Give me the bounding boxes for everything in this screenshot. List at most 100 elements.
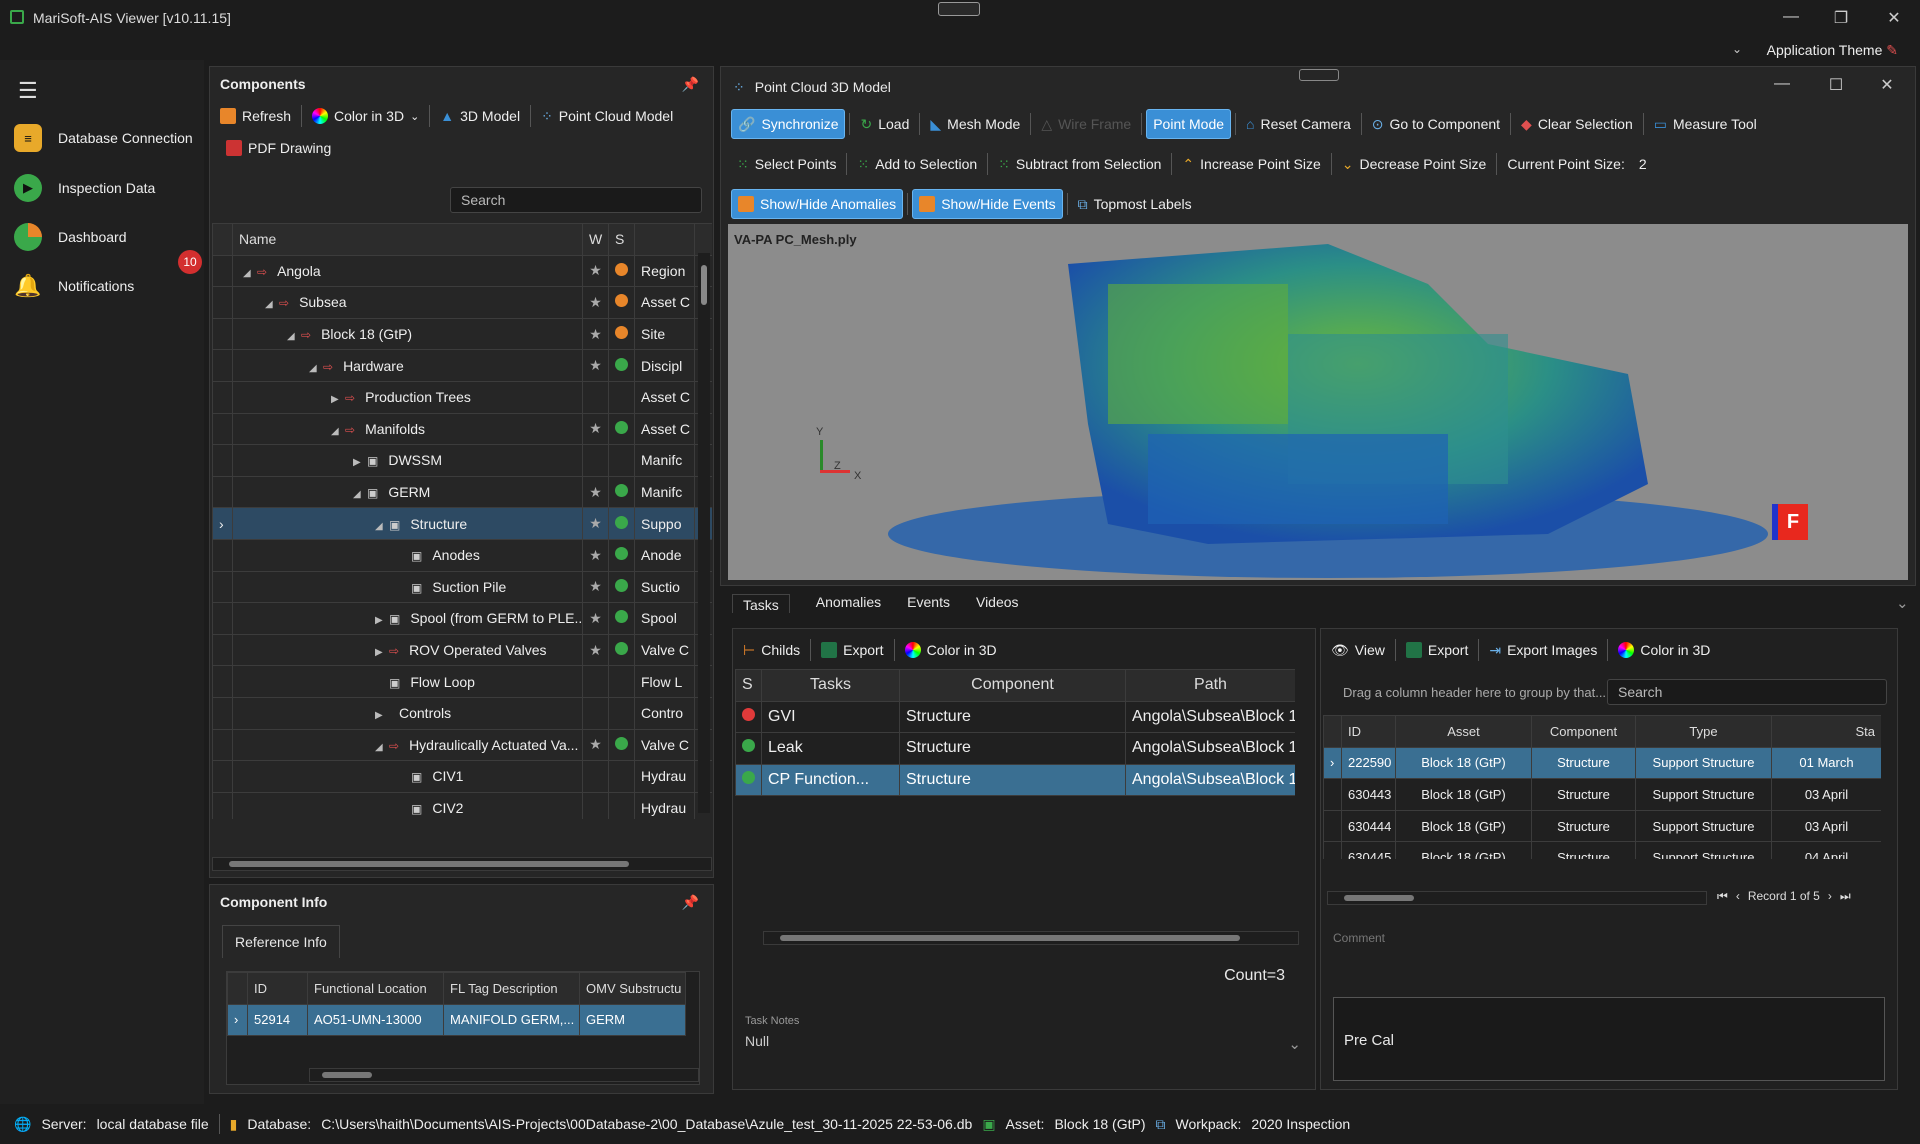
star-icon[interactable]: ★ <box>582 507 609 540</box>
expand-toggle-icon[interactable]: ◢ <box>375 521 389 532</box>
tree-node[interactable]: ▣ Flow Loop <box>232 665 583 698</box>
components-search-input[interactable]: Search <box>450 187 702 213</box>
childs-button[interactable]: ⊢ Childs <box>737 635 806 665</box>
task-row[interactable]: GVIStructureAngola\Subsea\Block 18 (G <box>735 700 1295 734</box>
first-page-icon[interactable]: ⏮ <box>1717 889 1728 904</box>
next-page-icon[interactable]: › <box>1828 889 1832 904</box>
tree-row[interactable]: ▣ Anodes ★ Anode <box>212 538 712 572</box>
pin-icon[interactable]: 📌 <box>682 76 699 93</box>
color-in-3d-button[interactable]: Color in 3D <box>1612 635 1716 665</box>
tree-row[interactable]: ◢ ⇨ Hydraulically Actuated Va... ★ Valve C <box>212 728 712 762</box>
tree-row[interactable]: ▶ ⇨ Production Trees Asset C <box>212 380 712 414</box>
star-icon[interactable]: ★ <box>582 570 609 604</box>
tree-row[interactable]: ▣ CIV1 Hydrau <box>212 760 712 793</box>
last-page-icon[interactable]: ⏭ <box>1840 889 1851 904</box>
chevron-down-icon[interactable]: ⌄ <box>1896 594 1909 612</box>
chevron-down-icon[interactable]: ⌄ <box>1288 1035 1301 1053</box>
increase-point-size-button[interactable]: ⌃ Increase Point Size <box>1176 149 1326 179</box>
tree-node[interactable]: ◢ ⇨ Block 18 (GtP) <box>232 317 583 351</box>
tree-node[interactable]: ◢ ⇨ Manifolds <box>232 412 583 446</box>
tree-row[interactable]: ▶ ▣ Spool (from GERM to PLE... ★ Spool <box>212 602 712 635</box>
column-header-tasks[interactable]: Tasks <box>761 669 900 702</box>
color-in-3d-button[interactable]: Color in 3D ⌄ <box>306 101 425 131</box>
tree-node[interactable]: ◢ ⇨ Hardware <box>232 349 583 382</box>
column-header-component[interactable]: Component <box>899 669 1126 702</box>
load-button[interactable]: ↻ Load <box>854 109 915 139</box>
go-to-component-button[interactable]: ⊙ Go to Component <box>1366 109 1506 139</box>
tree-node[interactable]: ▣ Anodes <box>232 538 583 572</box>
close-icon[interactable]: ✕ <box>1879 8 1909 28</box>
record-row[interactable]: › 222590 Block 18 (GtP) Structure Support St… <box>1323 746 1881 780</box>
tree-node[interactable]: ▣ CIV2 <box>232 791 583 819</box>
expand-toggle-icon[interactable]: ◢ <box>309 363 323 374</box>
components-vscrollbar[interactable] <box>698 253 710 813</box>
refresh-button[interactable]: Refresh <box>214 101 297 131</box>
star-icon[interactable] <box>582 444 609 477</box>
minimize-icon[interactable]: — <box>1776 8 1806 26</box>
tree-node[interactable]: ◢ ▣ Structure <box>232 507 583 540</box>
tree-row[interactable]: ▣ CIV2 Hydrau <box>212 791 712 819</box>
sidebar-item-inspection-data[interactable]: ▶ Inspection Data <box>14 168 199 208</box>
export-button[interactable]: Export <box>1400 635 1474 665</box>
3d-viewport[interactable]: VA-PA PC_Mesh.ply Y X Z F <box>728 224 1908 580</box>
export-images-button[interactable]: ⇥ Export Images <box>1483 635 1603 665</box>
star-icon[interactable]: ★ <box>582 286 609 319</box>
maximize-icon[interactable]: ☐ <box>1821 75 1851 95</box>
column-header-name[interactable]: Name <box>232 223 583 256</box>
tab-videos[interactable]: Videos <box>976 594 1019 613</box>
point-cloud-model-button[interactable]: ⁘ Point Cloud Model <box>535 101 679 131</box>
tab-tasks[interactable]: Tasks <box>732 594 790 613</box>
star-icon[interactable]: ★ <box>582 602 609 635</box>
chevron-down-icon[interactable]: ⌄ <box>1732 42 1742 56</box>
star-icon[interactable]: ★ <box>582 349 609 382</box>
tree-row[interactable]: ◢ ⇨ Subsea ★ Asset C <box>212 286 712 319</box>
tasks-hscrollbar[interactable] <box>763 931 1299 945</box>
view-cube[interactable]: F <box>1772 504 1808 540</box>
star-icon[interactable] <box>582 791 609 819</box>
column-header-fl-tag[interactable]: FL Tag Description <box>443 972 580 1005</box>
star-icon[interactable] <box>582 760 609 793</box>
star-icon[interactable]: ★ <box>582 633 609 667</box>
3d-model-button[interactable]: ▲ 3D Model <box>434 101 526 131</box>
record-row[interactable]: 630444 Block 18 (GtP) Structure Support Str… <box>1323 809 1881 843</box>
reference-hscrollbar[interactable] <box>309 1068 699 1082</box>
column-header-path[interactable]: Path <box>1125 669 1295 702</box>
star-icon[interactable]: ★ <box>582 254 609 288</box>
tree-node[interactable]: ▣ CIV1 <box>232 760 583 793</box>
expand-toggle-icon[interactable]: ◢ <box>287 331 301 342</box>
expand-toggle-icon[interactable]: ▶ <box>375 710 389 721</box>
restore-icon[interactable]: ❐ <box>1826 8 1856 28</box>
tree-row[interactable]: ◢ ⇨ Angola ★ Region <box>212 254 712 288</box>
point-mode-button[interactable]: Point Mode <box>1146 109 1232 139</box>
select-points-button[interactable]: ⁙ Select Points <box>731 149 842 179</box>
wire-frame-button[interactable]: △ Wire Frame <box>1035 109 1137 139</box>
expand-toggle-icon[interactable]: ◢ <box>353 489 367 500</box>
column-header-id[interactable]: ID <box>1341 715 1396 748</box>
pdf-drawing-button[interactable]: PDF Drawing <box>220 133 337 163</box>
task-row[interactable]: LeakStructureAngola\Subsea\Block 18 (G <box>735 732 1295 765</box>
column-header-s[interactable]: S <box>735 669 762 702</box>
tree-row[interactable]: ◢ ⇨ Hardware ★ Discipl <box>212 349 712 382</box>
decrease-point-size-button[interactable]: ⌄ Decrease Point Size <box>1336 149 1493 179</box>
records-hscrollbar[interactable] <box>1327 891 1707 905</box>
tree-node[interactable]: ◢ ▣ GERM <box>232 475 583 509</box>
sidebar-item-database-connection[interactable]: ≡ Database Connection <box>14 118 199 158</box>
subtract-from-selection-button[interactable]: ⁙ Subtract from Selection <box>992 149 1167 179</box>
topmost-labels-button[interactable]: ⧉ Topmost Labels <box>1072 189 1198 219</box>
tree-row[interactable]: ◢ ⇨ Manifolds ★ Asset C <box>212 412 712 446</box>
add-to-selection-button[interactable]: ⁙ Add to Selection <box>851 149 983 179</box>
view-button[interactable]: 👁 View <box>1325 635 1391 665</box>
tab-events[interactable]: Events <box>907 594 950 613</box>
scroll-thumb[interactable] <box>229 861 629 867</box>
expand-toggle-icon[interactable]: ◢ <box>265 299 279 310</box>
tree-row[interactable]: ◢ ⇨ Block 18 (GtP) ★ Site <box>212 317 712 351</box>
expand-toggle-icon[interactable]: ◢ <box>243 268 257 279</box>
clear-selection-button[interactable]: ◆ Clear Selection <box>1515 109 1639 139</box>
tree-row[interactable]: ▣ Suction Pile ★ Suctio <box>212 570 712 604</box>
column-header-w[interactable]: W <box>582 223 609 256</box>
expand-toggle-icon[interactable]: ▶ <box>375 615 389 626</box>
task-row[interactable]: CP Function... Structure Angola\Subsea\Blo… <box>735 763 1295 797</box>
tab-anomalies[interactable]: Anomalies <box>816 594 881 613</box>
prev-page-icon[interactable]: ‹ <box>1736 889 1740 904</box>
minimize-icon[interactable]: — <box>1767 75 1797 93</box>
